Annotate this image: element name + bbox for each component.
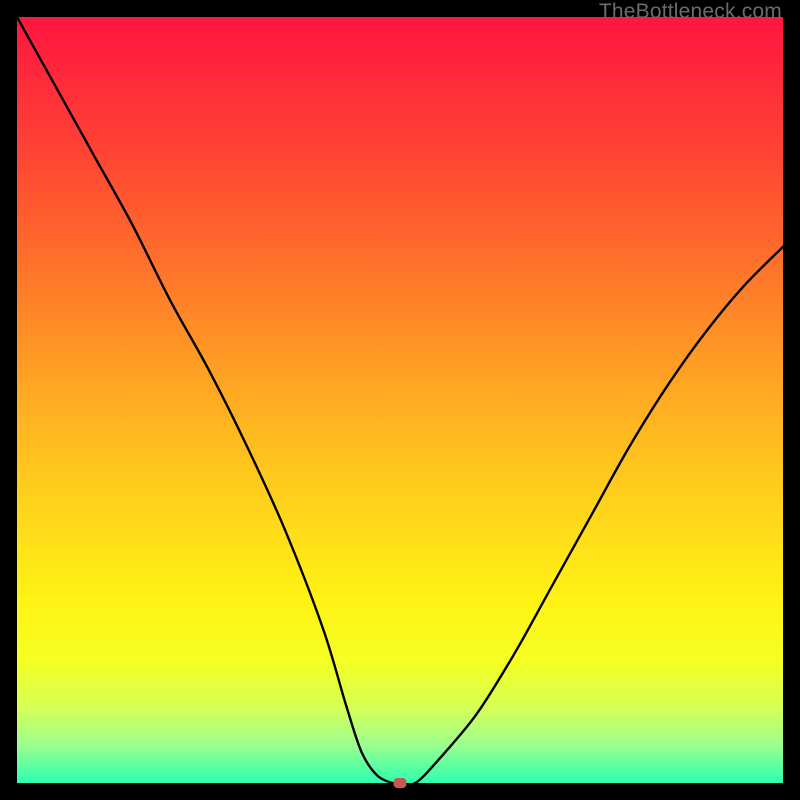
optimal-point-marker — [394, 778, 407, 788]
bottleneck-curve — [17, 17, 783, 783]
watermark-text: TheBottleneck.com — [599, 0, 782, 24]
chart-frame: TheBottleneck.com — [0, 0, 800, 800]
